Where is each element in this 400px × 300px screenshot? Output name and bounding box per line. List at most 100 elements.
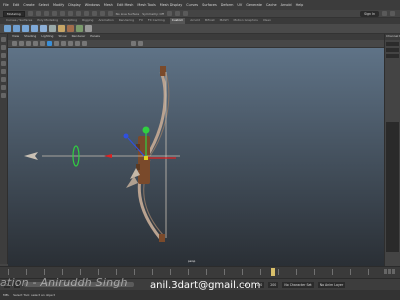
help-line: Select Tool: select an object bbox=[13, 293, 55, 297]
menu-item[interactable]: UV bbox=[237, 3, 242, 7]
shadows-icon[interactable] bbox=[68, 41, 73, 46]
go-to-start-icon[interactable] bbox=[384, 269, 387, 274]
select-tool-icon[interactable] bbox=[1, 37, 6, 42]
scene-render bbox=[24, 66, 180, 242]
current-frame-marker[interactable] bbox=[271, 268, 275, 276]
select-object-icon[interactable] bbox=[75, 11, 81, 16]
open-scene-icon[interactable] bbox=[35, 11, 41, 16]
new-scene-icon[interactable] bbox=[27, 11, 33, 16]
menu-item[interactable]: Arnold bbox=[281, 3, 292, 7]
manip-z-handle[interactable] bbox=[123, 133, 129, 139]
select-component-icon[interactable] bbox=[83, 11, 89, 16]
cone-icon[interactable] bbox=[31, 25, 38, 32]
sign-in-button[interactable]: Sign In bbox=[360, 10, 379, 17]
mode-selector[interactable]: Modeling bbox=[3, 10, 25, 17]
menu-item[interactable]: Surfaces bbox=[202, 3, 217, 7]
plane-icon[interactable] bbox=[40, 25, 47, 32]
channel-field[interactable] bbox=[386, 48, 399, 52]
perspective-viewport[interactable]: persp bbox=[8, 48, 384, 266]
menu-item[interactable]: Select bbox=[39, 3, 49, 7]
menu-item[interactable]: Display bbox=[68, 3, 81, 7]
select-hierarchy-icon[interactable] bbox=[67, 11, 73, 16]
layer-list[interactable] bbox=[386, 122, 399, 252]
bow-upper-tip bbox=[160, 66, 166, 76]
menu-item[interactable]: Mesh bbox=[104, 3, 113, 7]
menu-item[interactable]: Windows bbox=[85, 3, 100, 7]
mel-label[interactable]: MEL bbox=[3, 293, 9, 297]
menu-item[interactable]: Generate bbox=[246, 3, 262, 7]
undo-icon[interactable] bbox=[51, 11, 57, 16]
playback-controls bbox=[384, 269, 400, 276]
menu-item[interactable]: Mesh Tools bbox=[137, 3, 155, 7]
play-icon[interactable] bbox=[388, 269, 391, 274]
arrow-tip bbox=[104, 154, 112, 158]
menu-item[interactable]: Modify bbox=[53, 3, 64, 7]
layout-four-icon[interactable] bbox=[1, 93, 6, 98]
smooth-shade-icon[interactable] bbox=[47, 41, 52, 46]
move-tool-icon[interactable] bbox=[1, 61, 6, 66]
camera-attr-icon[interactable] bbox=[19, 41, 24, 46]
live-surface-label[interactable]: No Live Surface bbox=[116, 12, 140, 16]
manip-y-handle[interactable] bbox=[142, 126, 150, 134]
cylinder-icon[interactable] bbox=[22, 25, 29, 32]
scale-tool-icon[interactable] bbox=[1, 77, 6, 82]
torus-icon[interactable] bbox=[49, 25, 56, 32]
email-overlay: anil.3dart@gmail.com bbox=[150, 280, 261, 291]
redo-icon[interactable] bbox=[59, 11, 65, 16]
snap-curve-icon[interactable] bbox=[99, 11, 105, 16]
camera-label: persp bbox=[188, 260, 196, 263]
command-line: MEL Select Tool: select an object bbox=[0, 290, 400, 300]
wireframe-icon[interactable] bbox=[40, 41, 45, 46]
workspace-icon[interactable] bbox=[390, 11, 395, 16]
save-scene-icon[interactable] bbox=[43, 11, 49, 16]
deform-icon[interactable] bbox=[67, 25, 74, 32]
lasso-tool-icon[interactable] bbox=[1, 45, 6, 50]
menu-item[interactable]: Deform bbox=[221, 3, 234, 7]
character-set-dropdown[interactable]: No Character Set bbox=[282, 281, 314, 288]
menu-item[interactable]: Create bbox=[23, 3, 34, 7]
timeline-ruler[interactable] bbox=[8, 269, 384, 275]
cube-icon[interactable] bbox=[13, 25, 20, 32]
menu-item[interactable]: Edit bbox=[13, 3, 20, 7]
curve-tool-icon[interactable] bbox=[58, 25, 65, 32]
sphere-icon[interactable] bbox=[4, 25, 11, 32]
lights-icon[interactable] bbox=[61, 41, 66, 46]
channel-box-tab[interactable]: Channel Box / Layer Editor bbox=[385, 34, 400, 40]
menu-item[interactable]: Mesh Display bbox=[160, 3, 183, 7]
watermark-text: ation - Aniruddh Singh bbox=[0, 276, 128, 289]
bookmark-icon[interactable] bbox=[26, 41, 31, 46]
search-icon[interactable] bbox=[382, 11, 387, 16]
group-icon[interactable] bbox=[85, 25, 92, 32]
snap-point-icon[interactable] bbox=[107, 11, 113, 16]
animation-end-field[interactable]: 200 bbox=[268, 281, 279, 288]
status-line: Modeling No Live Surface Symmetry: Off S… bbox=[0, 10, 400, 18]
manip-center[interactable] bbox=[144, 156, 148, 160]
arrow-fletching bbox=[24, 152, 38, 160]
gamma-icon[interactable] bbox=[138, 41, 143, 46]
anim-layer-dropdown[interactable]: No Anim Layer bbox=[317, 281, 346, 288]
snap-grid-icon[interactable] bbox=[91, 11, 97, 16]
menu-item[interactable]: Help bbox=[296, 3, 304, 7]
menu-item[interactable]: Cache bbox=[266, 3, 277, 7]
uv-icon[interactable] bbox=[76, 25, 83, 32]
rotate-tool-icon[interactable] bbox=[1, 69, 6, 74]
menu-item[interactable]: Curves bbox=[186, 3, 198, 7]
textured-icon[interactable] bbox=[54, 41, 59, 46]
grid-toggle-icon[interactable] bbox=[33, 41, 38, 46]
channel-field[interactable] bbox=[386, 54, 399, 58]
go-to-end-icon[interactable] bbox=[392, 269, 395, 274]
render-icon[interactable] bbox=[166, 11, 172, 16]
xray-icon[interactable] bbox=[75, 41, 80, 46]
isolate-icon[interactable] bbox=[82, 41, 87, 46]
layout-single-icon[interactable] bbox=[1, 85, 6, 90]
paint-select-icon[interactable] bbox=[1, 53, 6, 58]
menu-item[interactable]: Edit Mesh bbox=[117, 3, 134, 7]
camera-icon[interactable] bbox=[12, 41, 17, 46]
render-settings-icon[interactable] bbox=[182, 11, 188, 16]
shelf bbox=[0, 24, 400, 34]
exposure-icon[interactable] bbox=[131, 41, 136, 46]
symmetry-label[interactable]: Symmetry: Off bbox=[142, 12, 164, 16]
ipr-render-icon[interactable] bbox=[174, 11, 180, 16]
channel-field[interactable] bbox=[386, 42, 399, 46]
menu-item[interactable]: File bbox=[3, 3, 9, 7]
